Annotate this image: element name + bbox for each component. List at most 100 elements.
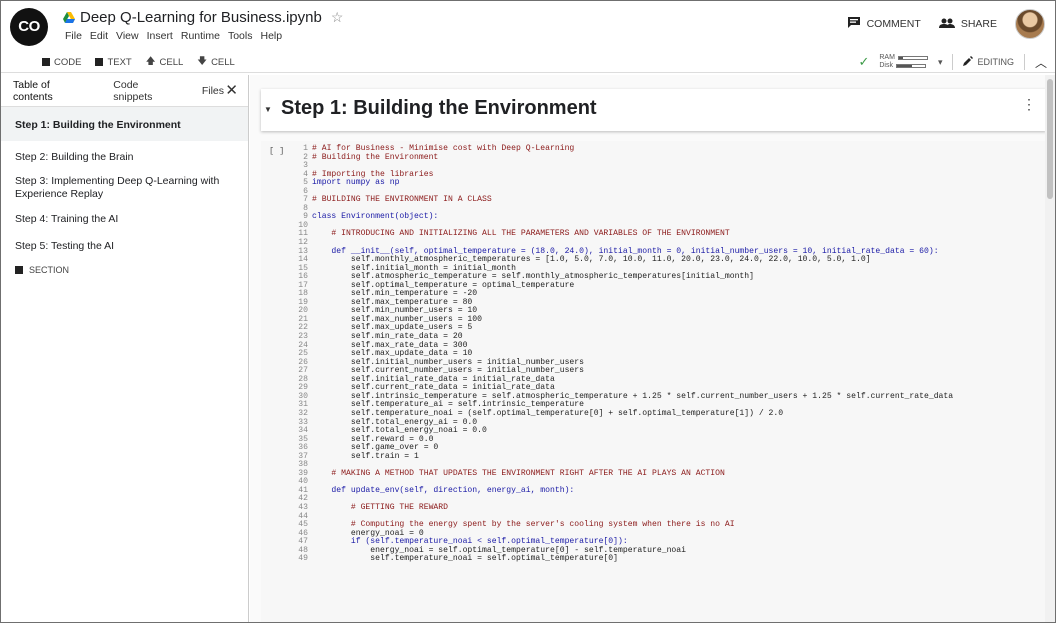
text-cell-heading[interactable]: ▼ Step 1: Building the Environment ⋮ [261,89,1046,131]
code-line: 41 def update_env(self, direction, energ… [296,485,953,496]
arrow-down-icon: 🡇 [197,56,208,67]
toc-item-step-2[interactable]: Step 2: Building the Brain [15,151,235,164]
code-text: class Environment(object): [312,212,439,222]
code-line: 37 self.train = 1 [296,451,953,462]
scrollbar[interactable] [1045,75,1055,622]
run-cell-button[interactable]: [ ] [269,146,284,156]
code-line: 7 # BUILDING THE ENVIRONMENT IN A CLASS [296,196,953,205]
colab-logo[interactable]: CO [10,8,48,46]
code-line: 5 import numpy as np [296,178,953,188]
cell-up-label: CELL [159,56,184,68]
code-line: 49 self.temperature_noai = self.optimal_… [296,554,953,564]
code-line: 9 class Environment(object): [296,213,953,222]
editing-label: EDITING [977,57,1014,67]
close-icon[interactable]: ✕ [225,81,238,99]
add-text-button[interactable]: TEXT [95,56,132,68]
menu-help[interactable]: Help [260,30,282,42]
code-text: self.train = 1 [312,451,419,461]
comment-button[interactable]: COMMENT [847,16,921,32]
plus-box-icon [15,266,23,274]
resource-meters[interactable]: RAM Disk [879,54,928,70]
code-text: self.temperature_noai = self.optimal_tem… [312,554,618,564]
code-text: def update_env(self, direction, energy_a… [312,485,575,495]
comment-icon [847,16,861,32]
people-icon [938,18,955,31]
code-text: # BUILDING THE ENVIRONMENT IN A CLASS [312,195,492,205]
toc-item-step-5[interactable]: Step 5: Testing the AI [15,240,235,253]
code-line: 11 # INTRODUCING AND INITIALIZING ALL TH… [296,230,953,239]
code-label: CODE [54,56,82,68]
app-header: CO Deep Q-Learning for Business.ipynb ☆ … [1,1,1055,51]
tab-table-of-contents[interactable]: Table of contents [10,79,92,112]
pencil-icon [963,56,974,68]
check-icon: ✓ [858,54,870,69]
avatar[interactable] [1015,9,1045,39]
code-text: # INTRODUCING AND INITIALIZING ALL THE P… [312,229,730,239]
tab-files[interactable]: Files [202,85,224,97]
plus-box-icon [95,58,104,66]
divider [952,54,954,70]
line-number: 49 [298,554,308,564]
colab-window: CO Deep Q-Learning for Business.ipynb ☆ … [0,0,1056,623]
disk-bar-fill [897,65,913,67]
code-text: # Building the Environment [312,152,439,162]
move-cell-up-button[interactable]: 🡅 CELL [146,54,184,70]
menu-file[interactable]: File [65,30,82,42]
plus-box-icon [42,58,50,66]
ram-label: RAM [879,54,895,61]
menu-bar: File Edit View Insert Runtime Tools Help [65,30,282,42]
ram-bar-fill [898,57,904,59]
toc-item-step-3[interactable]: Step 3: Implementing Deep Q-Learning wit… [15,175,235,201]
sidebar-tabs: Table of contents Code snippets Files ✕ [1,75,248,112]
text-label: TEXT [107,56,132,68]
header-actions: COMMENT SHARE [847,9,1045,39]
code-editor[interactable]: 1 # AI for Business - Minimise cost with … [296,144,953,564]
cell-title: Step 1: Building the Environment [281,97,597,119]
ram-bar [897,56,928,60]
toolbar-left: CODE TEXT 🡅 CELL 🡇 CELL [42,54,235,70]
share-label: SHARE [960,18,997,30]
disk-label: Disk [879,62,893,69]
ram-meter: RAM [879,54,928,62]
toolbar-right: ✓ RAM Disk ▾ EDITING ︿ [858,51,1047,73]
chevron-up-icon[interactable]: ︿ [1035,54,1047,71]
add-section-button[interactable]: SECTION [15,265,69,275]
disk-bar [896,64,926,68]
code-cell[interactable]: [ ] 1 # AI for Business - Minimise cost w… [261,141,1046,622]
title-row: Deep Q-Learning for Business.ipynb ☆ [63,7,343,27]
toc-item-step-4[interactable]: Step 4: Training the AI [15,213,235,226]
code-text: import numpy as np [312,178,400,188]
scroll-thumb[interactable] [1047,79,1053,199]
google-drive-icon [63,11,75,23]
menu-tools[interactable]: Tools [228,30,253,42]
notebook-title[interactable]: Deep Q-Learning for Business.ipynb [80,9,322,26]
menu-edit[interactable]: Edit [90,30,108,42]
share-button[interactable]: SHARE [938,18,997,31]
arrow-up-icon: 🡅 [145,56,156,67]
cell-down-label: CELL [211,56,235,68]
star-icon[interactable]: ☆ [331,9,344,26]
divider [1023,54,1025,70]
section-label: SECTION [29,265,70,275]
menu-runtime[interactable]: Runtime [181,30,220,42]
code-line: 43 # GETTING THE REWARD [296,502,953,513]
code-line: 2 # Building the Environment [296,152,953,163]
comment-label: COMMENT [866,18,921,30]
editing-mode-button[interactable]: EDITING [963,56,1014,68]
code-line: 39 # MAKING A METHOD THAT UPDATES THE EN… [296,468,953,479]
disk-meter: Disk [879,62,928,70]
notebook-main: ▼ Step 1: Building the Environment ⋮ [ ]… [250,75,1055,622]
menu-view[interactable]: View [116,30,139,42]
add-code-button[interactable]: CODE [42,57,81,68]
menu-insert[interactable]: Insert [147,30,173,42]
toc-item-step-1[interactable]: Step 1: Building the Environment [15,119,235,132]
move-cell-down-button[interactable]: 🡇 CELL [197,54,235,70]
collapse-arrow-icon[interactable]: ▼ [264,105,272,114]
code-text: # GETTING THE REWARD [312,502,448,512]
tab-code-snippets[interactable]: Code snippets [113,79,178,103]
sidebar: Table of contents Code snippets Files ✕ … [1,75,249,622]
code-text: # MAKING A METHOD THAT UPDATES THE ENVIR… [312,468,725,478]
chevron-down-icon[interactable]: ▾ [938,57,943,68]
toolbar: CODE TEXT 🡅 CELL 🡇 CELL ✓ RAM Disk ▾ EDI… [1,51,1055,73]
more-options-icon[interactable]: ⋮ [1022,97,1036,111]
